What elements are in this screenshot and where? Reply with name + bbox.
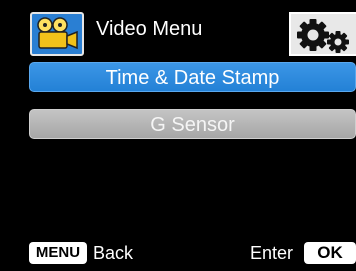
footer-bar: MENU Back Enter OK <box>29 241 356 267</box>
menu-header: Video Menu <box>30 8 356 60</box>
enter-label: Enter <box>250 243 294 263</box>
page-title: Video Menu <box>96 18 203 40</box>
dashcam-menu-screen: Video Menu Time & Date Stamp G Sensor ME… <box>0 0 356 271</box>
back-label: Back <box>93 243 134 263</box>
menu-item-time-date-stamp[interactable]: Time & Date Stamp <box>29 62 356 92</box>
menu-item-label: G Sensor <box>150 114 235 136</box>
settings-tab[interactable] <box>289 12 356 56</box>
gears-icon <box>297 19 349 53</box>
menu-key-badge[interactable]: MENU <box>29 242 87 264</box>
menu-item-label: Time & Date Stamp <box>105 67 280 89</box>
ok-key-badge[interactable]: OK <box>304 242 356 264</box>
menu-item-g-sensor[interactable]: G Sensor <box>29 109 356 139</box>
video-camera-icon[interactable] <box>30 12 84 56</box>
